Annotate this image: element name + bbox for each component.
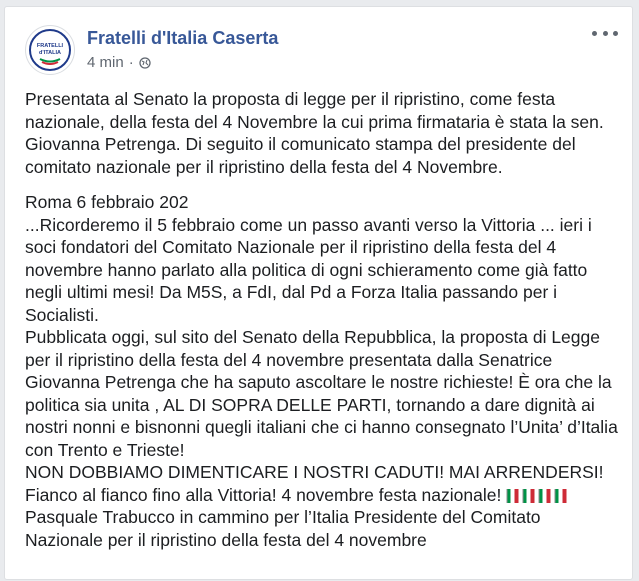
meta-separator: · — [128, 54, 134, 71]
post-card: FRATELLI d'ITALIA Fratelli d'Italia Case… — [4, 6, 633, 580]
flag-line: Fianco al fianco fino alla Vittoria! 4 n… — [25, 484, 625, 507]
post-timestamp[interactable]: 4 min — [87, 54, 124, 71]
text-line: con Trento e Trieste! — [25, 439, 185, 460]
post-body: Presentata al Senato la proposta di legg… — [25, 88, 625, 551]
italian-flag-icon — [554, 488, 567, 503]
flag-line-text: Fianco al fianco fino alla Vittoria! 4 n… — [25, 484, 507, 505]
globe-icon[interactable] — [139, 56, 151, 69]
italian-flag-icon — [506, 488, 519, 503]
text-line: soci fondatori del Comitato Nazionale pe… — [25, 237, 557, 257]
text-line: Roma 6 febbraio 202 — [25, 192, 189, 212]
italian-flag-icon — [538, 488, 551, 503]
logo-text-line-1: FRATELLI — [37, 43, 64, 49]
intro-paragraph: Presentata al Senato la proposta di legg… — [25, 88, 625, 178]
page-avatar[interactable]: FRATELLI d'ITALIA — [25, 25, 75, 75]
party-logo-icon: FRATELLI d'ITALIA — [29, 29, 71, 71]
post-meta: 4 min · — [87, 54, 151, 71]
text-line: novembre hanno parlato alla politica di … — [25, 259, 588, 280]
text-line: Giovanna Petrenga. Di seguito il comunic… — [25, 134, 576, 154]
text-line: negli ultimi mesi! Da M5S, a FdI, dal Pd… — [25, 282, 558, 302]
text-line: Pasquale Trabucco in cammino per l’Itali… — [25, 507, 541, 527]
text-line: NON DOBBIAMO DIMENTICARE I NOSTRI CADUTI… — [25, 462, 604, 482]
text-line: politica sia unita , AL DI SOPRA DELLE P… — [25, 394, 595, 415]
text-line: nazionale, della festa del 4 Novembre la… — [25, 111, 604, 132]
flag-emoji-group — [506, 485, 570, 505]
press-release-paragraph: Roma 6 febbraio 202 ...Ricorderemo il 5 … — [25, 191, 625, 551]
text-line: Giovanna Petrenga che ha saputo ascoltar… — [25, 372, 612, 392]
text-line: Nazionale per il ripristino della festa … — [25, 529, 427, 550]
text-line: nostri nonni e bisnonni quegli italiani … — [25, 417, 618, 437]
text-line: comitato nazionale per il ripristino del… — [25, 156, 503, 177]
logo-text-line-2: d'ITALIA — [39, 50, 61, 56]
more-options-icon[interactable] — [592, 25, 618, 41]
text-line: ...Ricorderemo il 5 febbraio come un pas… — [25, 214, 592, 235]
text-line: Socialisti. — [25, 304, 99, 325]
page-name-link[interactable]: Fratelli d'Italia Caserta — [87, 28, 278, 49]
italian-flag-icon — [522, 488, 535, 503]
text-line: Presentata al Senato la proposta di legg… — [25, 89, 556, 109]
text-line: per il ripristino della festa del 4 nove… — [25, 349, 553, 370]
text-line: Pubblicata oggi, sul sito del Senato del… — [25, 327, 600, 347]
